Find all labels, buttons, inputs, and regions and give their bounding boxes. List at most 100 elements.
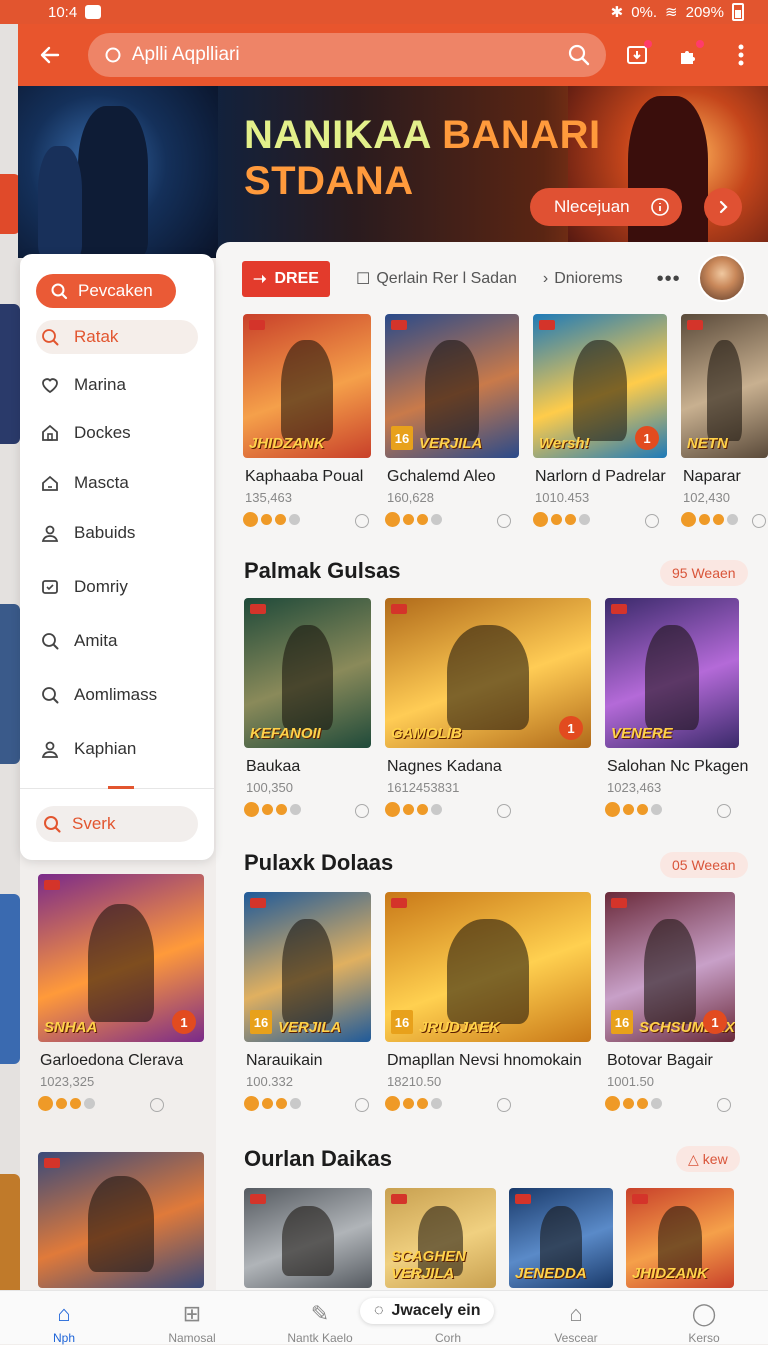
- rating-dot: [417, 1098, 428, 1109]
- game-thumbnail[interactable]: NETN: [681, 314, 768, 458]
- tag-icon: [391, 604, 407, 614]
- game-thumbnail[interactable]: [38, 1152, 204, 1288]
- rating-dot: [431, 804, 442, 815]
- tag-icon: [249, 320, 265, 330]
- game-thumbnail[interactable]: [244, 1188, 372, 1288]
- warning-icon: △: [688, 1150, 699, 1167]
- drawer-item-kaphian[interactable]: Kaphian: [36, 732, 198, 766]
- nav-item-label: Namosal: [168, 1331, 216, 1345]
- center-pill-button[interactable]: ◌ Jwacely ein: [360, 1298, 495, 1324]
- tab-qerlain[interactable]: ☐ Qerlain Rer l Sadan: [356, 269, 517, 289]
- game-thumbnail[interactable]: VERJILA 16: [385, 314, 519, 458]
- rank-badge: 1: [703, 1010, 727, 1034]
- rating-dot: [385, 512, 400, 527]
- game-thumbnail[interactable]: SNHAA 1: [38, 874, 204, 1042]
- rating-dots: [244, 802, 301, 817]
- game-thumbnail[interactable]: JHIDZANK: [243, 314, 371, 458]
- game-thumbnail[interactable]: Wersh! 1: [533, 314, 667, 458]
- downloads-button[interactable]: [622, 40, 652, 70]
- game-thumbnail[interactable]: VERJILA 16: [244, 892, 371, 1042]
- drawer-item-amita[interactable]: Amita: [36, 624, 198, 658]
- game-thumbnail[interactable]: JHIDZANK: [626, 1188, 734, 1288]
- puzzle-button[interactable]: [674, 40, 704, 70]
- drawer-item-dockes[interactable]: Dockes: [36, 416, 198, 450]
- search-icon[interactable]: [568, 44, 590, 66]
- drawer-item-ratak[interactable]: Ratak: [36, 320, 198, 354]
- tab-dniorems[interactable]: › Dniorems: [543, 270, 623, 288]
- game-art-title: SCAGHEN VERJILA: [391, 1248, 467, 1282]
- game-stat: 160,628: [387, 490, 434, 505]
- section-pill-3[interactable]: 05 Weean: [660, 852, 748, 878]
- favorite-icon[interactable]: [355, 514, 369, 528]
- rating-dots: [681, 512, 738, 527]
- rating-dot: [403, 514, 414, 525]
- rating-dot: [533, 512, 548, 527]
- character-art: [282, 625, 333, 730]
- section-pill-4[interactable]: △ kew: [676, 1146, 740, 1172]
- rating-dot: [56, 1098, 67, 1109]
- game-thumbnail[interactable]: JRUDJAEK 16: [385, 892, 591, 1042]
- drawer-item-label: Mascta: [74, 473, 129, 492]
- rating-dot: [276, 804, 287, 815]
- drawer-bottom-button[interactable]: Sverk: [36, 806, 198, 842]
- drawer-item-aomlimass[interactable]: Aomlimass: [36, 678, 198, 712]
- home-icon: ⌂: [57, 1301, 71, 1326]
- favorite-icon[interactable]: [717, 804, 731, 818]
- favorite-icon[interactable]: [355, 804, 369, 818]
- nav-item-vescear[interactable]: ⌂ Vescear: [531, 1301, 621, 1345]
- game-thumbnail[interactable]: VENERE: [605, 598, 739, 748]
- nav-item-namosal[interactable]: ⊞ Namosal: [147, 1301, 237, 1345]
- favorite-icon[interactable]: [355, 1098, 369, 1112]
- drawer-item-mascta[interactable]: Mascta: [36, 466, 198, 500]
- tag-icon: [391, 1194, 407, 1204]
- game-title: Dmapllan Nevsi hnomokain: [387, 1052, 582, 1069]
- rating-dot: [605, 802, 620, 817]
- game-art-title: Wersh!: [539, 435, 590, 452]
- banner-next-button[interactable]: [704, 188, 742, 226]
- rating-dot: [38, 1096, 53, 1111]
- window-icon: [40, 577, 60, 597]
- favorite-icon[interactable]: [497, 514, 511, 528]
- banner-cta-button[interactable]: Nlecejuan: [530, 188, 682, 226]
- favorite-icon[interactable]: [645, 514, 659, 528]
- top-app-bar: Aplli Aqplliari: [18, 24, 768, 86]
- tab-qerlain-label: Qerlain Rer l Sadan: [376, 270, 517, 287]
- drawer-item-domriy[interactable]: Domriy: [36, 570, 198, 604]
- drawer-item-babuids[interactable]: Babuids: [36, 516, 198, 550]
- character-art: [573, 339, 627, 441]
- search-icon: [40, 685, 60, 705]
- bluetooth-icon: ✱: [610, 4, 624, 21]
- more-button[interactable]: [726, 40, 756, 70]
- back-button[interactable]: [30, 35, 70, 75]
- favorite-icon[interactable]: [497, 804, 511, 818]
- favorite-icon[interactable]: [717, 1098, 731, 1112]
- game-thumbnail[interactable]: SCHSUMEAX 1 16: [605, 892, 735, 1042]
- tag-icon: [44, 880, 60, 890]
- tabs-more-button[interactable]: •••: [657, 268, 681, 291]
- game-art-title: VERJILA: [419, 435, 483, 452]
- game-stat: 1023,463: [607, 780, 662, 795]
- character-art: [282, 1206, 334, 1276]
- favorite-icon[interactable]: [497, 1098, 511, 1112]
- game-thumbnail[interactable]: JENEDDA: [509, 1188, 613, 1288]
- game-thumbnail[interactable]: GAMOLIB 1: [385, 598, 591, 748]
- nav-item-kerso[interactable]: ◯ Kerso: [659, 1301, 749, 1345]
- favorite-icon[interactable]: [752, 514, 766, 528]
- age-rating-badge: 16: [391, 1010, 413, 1034]
- grid-icon: ⊞: [182, 1301, 202, 1326]
- drawer-item-marina[interactable]: Marina: [36, 368, 198, 402]
- featured-banner[interactable]: NANIKAA BANARI STDANA Nlecejuan: [18, 86, 768, 258]
- heart-icon: [40, 375, 60, 395]
- tag-icon: [250, 1194, 266, 1204]
- nav-item-nantk-kaelo[interactable]: ✎ Nantk Kaelo: [275, 1301, 365, 1345]
- tab-dree[interactable]: ➝ DREE: [242, 261, 330, 297]
- game-thumbnail[interactable]: KEFANOII: [244, 598, 371, 748]
- nav-item-nph[interactable]: ⌂ Nph: [19, 1301, 109, 1345]
- drawer-top-button[interactable]: Pevcaken: [36, 274, 176, 308]
- search-bar[interactable]: Aplli Aqplliari: [87, 33, 606, 77]
- section-pill-2[interactable]: 95 Weaen: [660, 560, 748, 586]
- game-stat: 18210.50: [387, 1074, 442, 1089]
- favorite-icon[interactable]: [150, 1098, 164, 1112]
- game-thumbnail[interactable]: SCAGHEN VERJILA: [385, 1188, 496, 1288]
- avatar[interactable]: [698, 254, 746, 302]
